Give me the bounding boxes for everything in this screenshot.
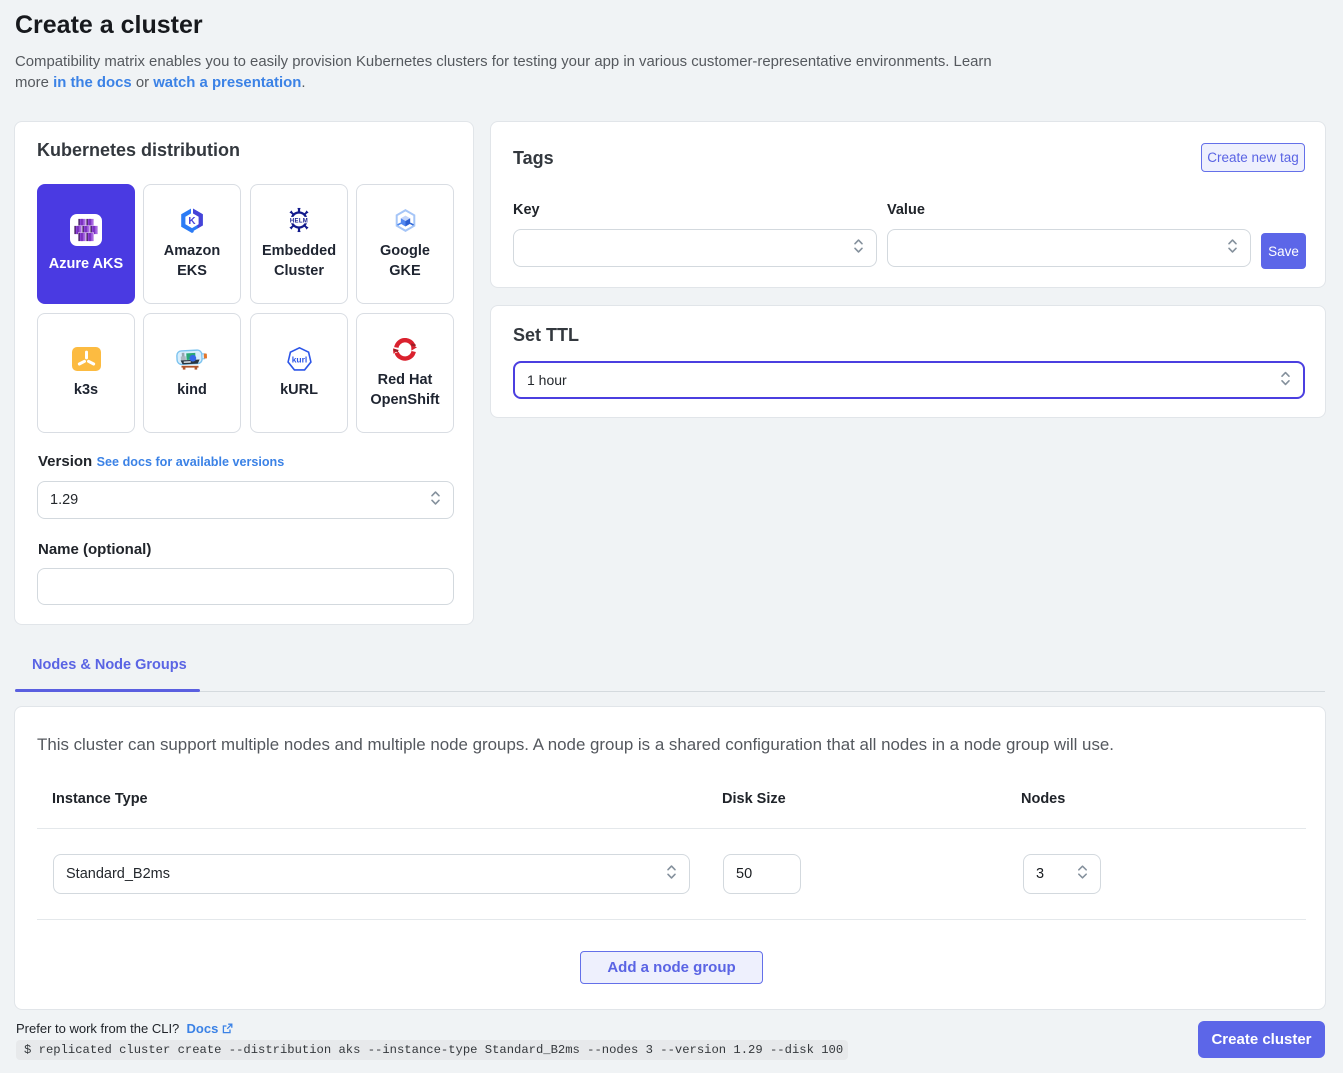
svg-text:K: K <box>188 216 196 227</box>
svg-text:HELM: HELM <box>290 218 308 224</box>
svg-text:kurl: kurl <box>291 354 307 364</box>
